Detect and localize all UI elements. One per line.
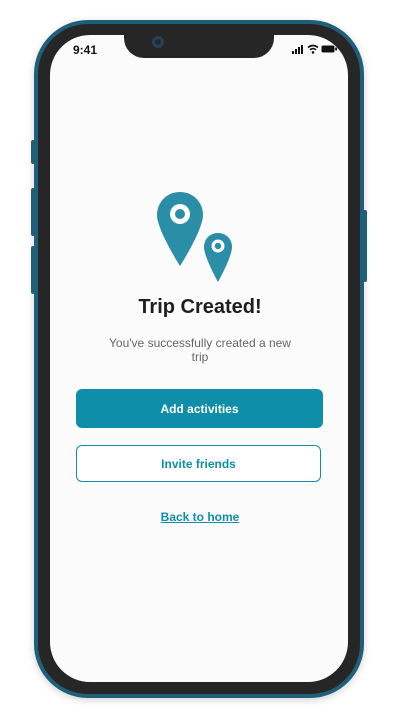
invite-friends-button[interactable]: Invite friends <box>76 445 321 482</box>
notch <box>124 24 274 58</box>
side-button <box>363 210 367 282</box>
side-button <box>31 246 35 294</box>
side-button <box>31 188 35 236</box>
status-time: 9:41 <box>73 43 98 57</box>
add-activities-button[interactable]: Add activities <box>76 389 323 428</box>
page-subtitle: You've successfully created a new trip <box>109 336 291 364</box>
back-to-home-link[interactable]: Back to home <box>120 510 280 524</box>
wifi-icon <box>307 44 319 54</box>
page-title: Trip Created! <box>138 296 262 318</box>
side-button <box>31 140 35 164</box>
map-pin-icon <box>157 192 232 282</box>
signal-icon <box>292 45 303 54</box>
camera-icon <box>152 36 164 48</box>
battery-icon <box>321 45 337 53</box>
status-icons <box>292 44 338 54</box>
